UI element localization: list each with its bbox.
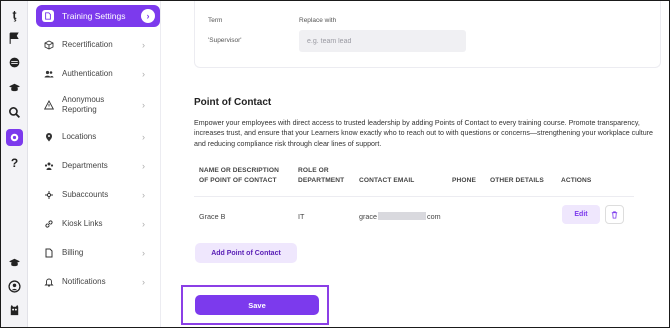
sidebar-item-label: Kiosk Links	[62, 219, 103, 228]
column-header-actions: Actions	[561, 177, 592, 184]
flag-icon[interactable]	[7, 31, 22, 46]
terminology-panel: Term Replace with 'Supervisor'	[194, 1, 661, 68]
column-header-role: Role or Department	[298, 166, 344, 186]
mascot-avatar-icon[interactable]	[7, 303, 22, 318]
column-header-role-line2: Department	[298, 177, 345, 184]
chevron-right-icon: ›	[142, 40, 145, 50]
replace-column-header: Replace with	[299, 17, 337, 24]
delete-button[interactable]	[605, 205, 624, 224]
chevron-right-icon: ›	[142, 190, 145, 200]
point-of-contact-description: Empower your employees with direct acces…	[194, 119, 653, 148]
location-pin-icon	[44, 132, 54, 142]
file-icon	[42, 10, 54, 22]
document-icon	[44, 248, 54, 258]
column-header-other-details: Other Details	[490, 177, 544, 184]
column-header-name-line2: of Point of Contact	[199, 177, 277, 184]
column-header-name: Name or Description of Point of Contact	[199, 166, 279, 186]
chevron-right-icon: ›	[142, 161, 145, 171]
contact-email: grace com	[359, 212, 441, 221]
save-button[interactable]: Save	[195, 295, 319, 315]
graduation-cap-icon[interactable]	[7, 80, 22, 95]
box-icon	[44, 40, 54, 50]
column-header-email: Contact Email	[359, 177, 415, 184]
globe-icon[interactable]	[7, 55, 22, 70]
settings-sidebar: Training Settings › Recertification › Au…	[28, 1, 161, 327]
chevron-right-icon: ›	[141, 9, 155, 23]
app-window: ţ ? Training Settings › Recertification …	[0, 0, 670, 328]
point-of-contact-heading: Point of Contact	[194, 97, 272, 108]
chevron-right-icon: ›	[142, 248, 145, 258]
table-divider	[194, 196, 634, 197]
term-column-header: Term	[208, 17, 223, 24]
settings-gear-icon[interactable]	[6, 129, 23, 146]
add-point-of-contact-button[interactable]: Add Point of Contact	[195, 243, 297, 263]
search-icon[interactable]	[7, 105, 22, 120]
app-logo-icon[interactable]: ţ	[7, 7, 22, 22]
edit-button[interactable]: Edit	[562, 205, 600, 224]
sidebar-item-label: Billing	[62, 248, 84, 257]
sidebar-item-label: Departments	[62, 161, 108, 170]
sidebar-item-label-line1: Anonymous	[62, 95, 105, 104]
team-icon	[44, 161, 54, 171]
user-circle-icon[interactable]	[7, 279, 22, 294]
chevron-right-icon: ›	[142, 132, 145, 142]
link-icon	[44, 219, 54, 229]
icon-rail: ţ ?	[1, 1, 28, 327]
users-icon	[44, 69, 54, 79]
sidebar-item-label-line2: Reporting	[62, 105, 97, 114]
split-icon	[44, 190, 54, 200]
replace-with-input[interactable]	[299, 30, 466, 52]
warning-icon	[44, 100, 54, 110]
chevron-right-icon: ›	[142, 219, 145, 229]
sidebar-item-label: Authentication	[62, 69, 113, 78]
sidebar-item-label: Subaccounts	[62, 190, 109, 199]
graduation-cap-icon[interactable]	[7, 255, 22, 270]
sidebar-item-label: Training Settings	[62, 11, 126, 21]
chevron-right-icon: ›	[142, 100, 145, 110]
contact-name: Grace B	[199, 212, 226, 221]
email-redaction	[377, 212, 426, 220]
term-value: 'Supervisor'	[208, 37, 242, 44]
column-header-role-line1: Role or	[298, 167, 329, 174]
email-prefix: grace	[359, 212, 377, 221]
sidebar-item-label: Recertification	[62, 40, 113, 49]
trash-icon	[611, 211, 618, 219]
sidebar-item-label: Notifications	[62, 277, 106, 286]
column-header-name-line1: Name or Description	[199, 167, 279, 174]
bell-icon	[44, 277, 54, 287]
help-icon[interactable]: ?	[7, 155, 22, 170]
sidebar-item-label: Locations	[62, 132, 97, 141]
chevron-right-icon: ›	[142, 69, 145, 79]
main-content: Term Replace with 'Supervisor' Point of …	[181, 1, 669, 327]
chevron-right-icon: ›	[142, 277, 145, 287]
column-header-phone: Phone	[452, 177, 476, 184]
email-suffix: com	[426, 212, 441, 221]
contact-role: IT	[298, 212, 305, 221]
sidebar-item-training-settings[interactable]: Training Settings ›	[36, 5, 160, 27]
